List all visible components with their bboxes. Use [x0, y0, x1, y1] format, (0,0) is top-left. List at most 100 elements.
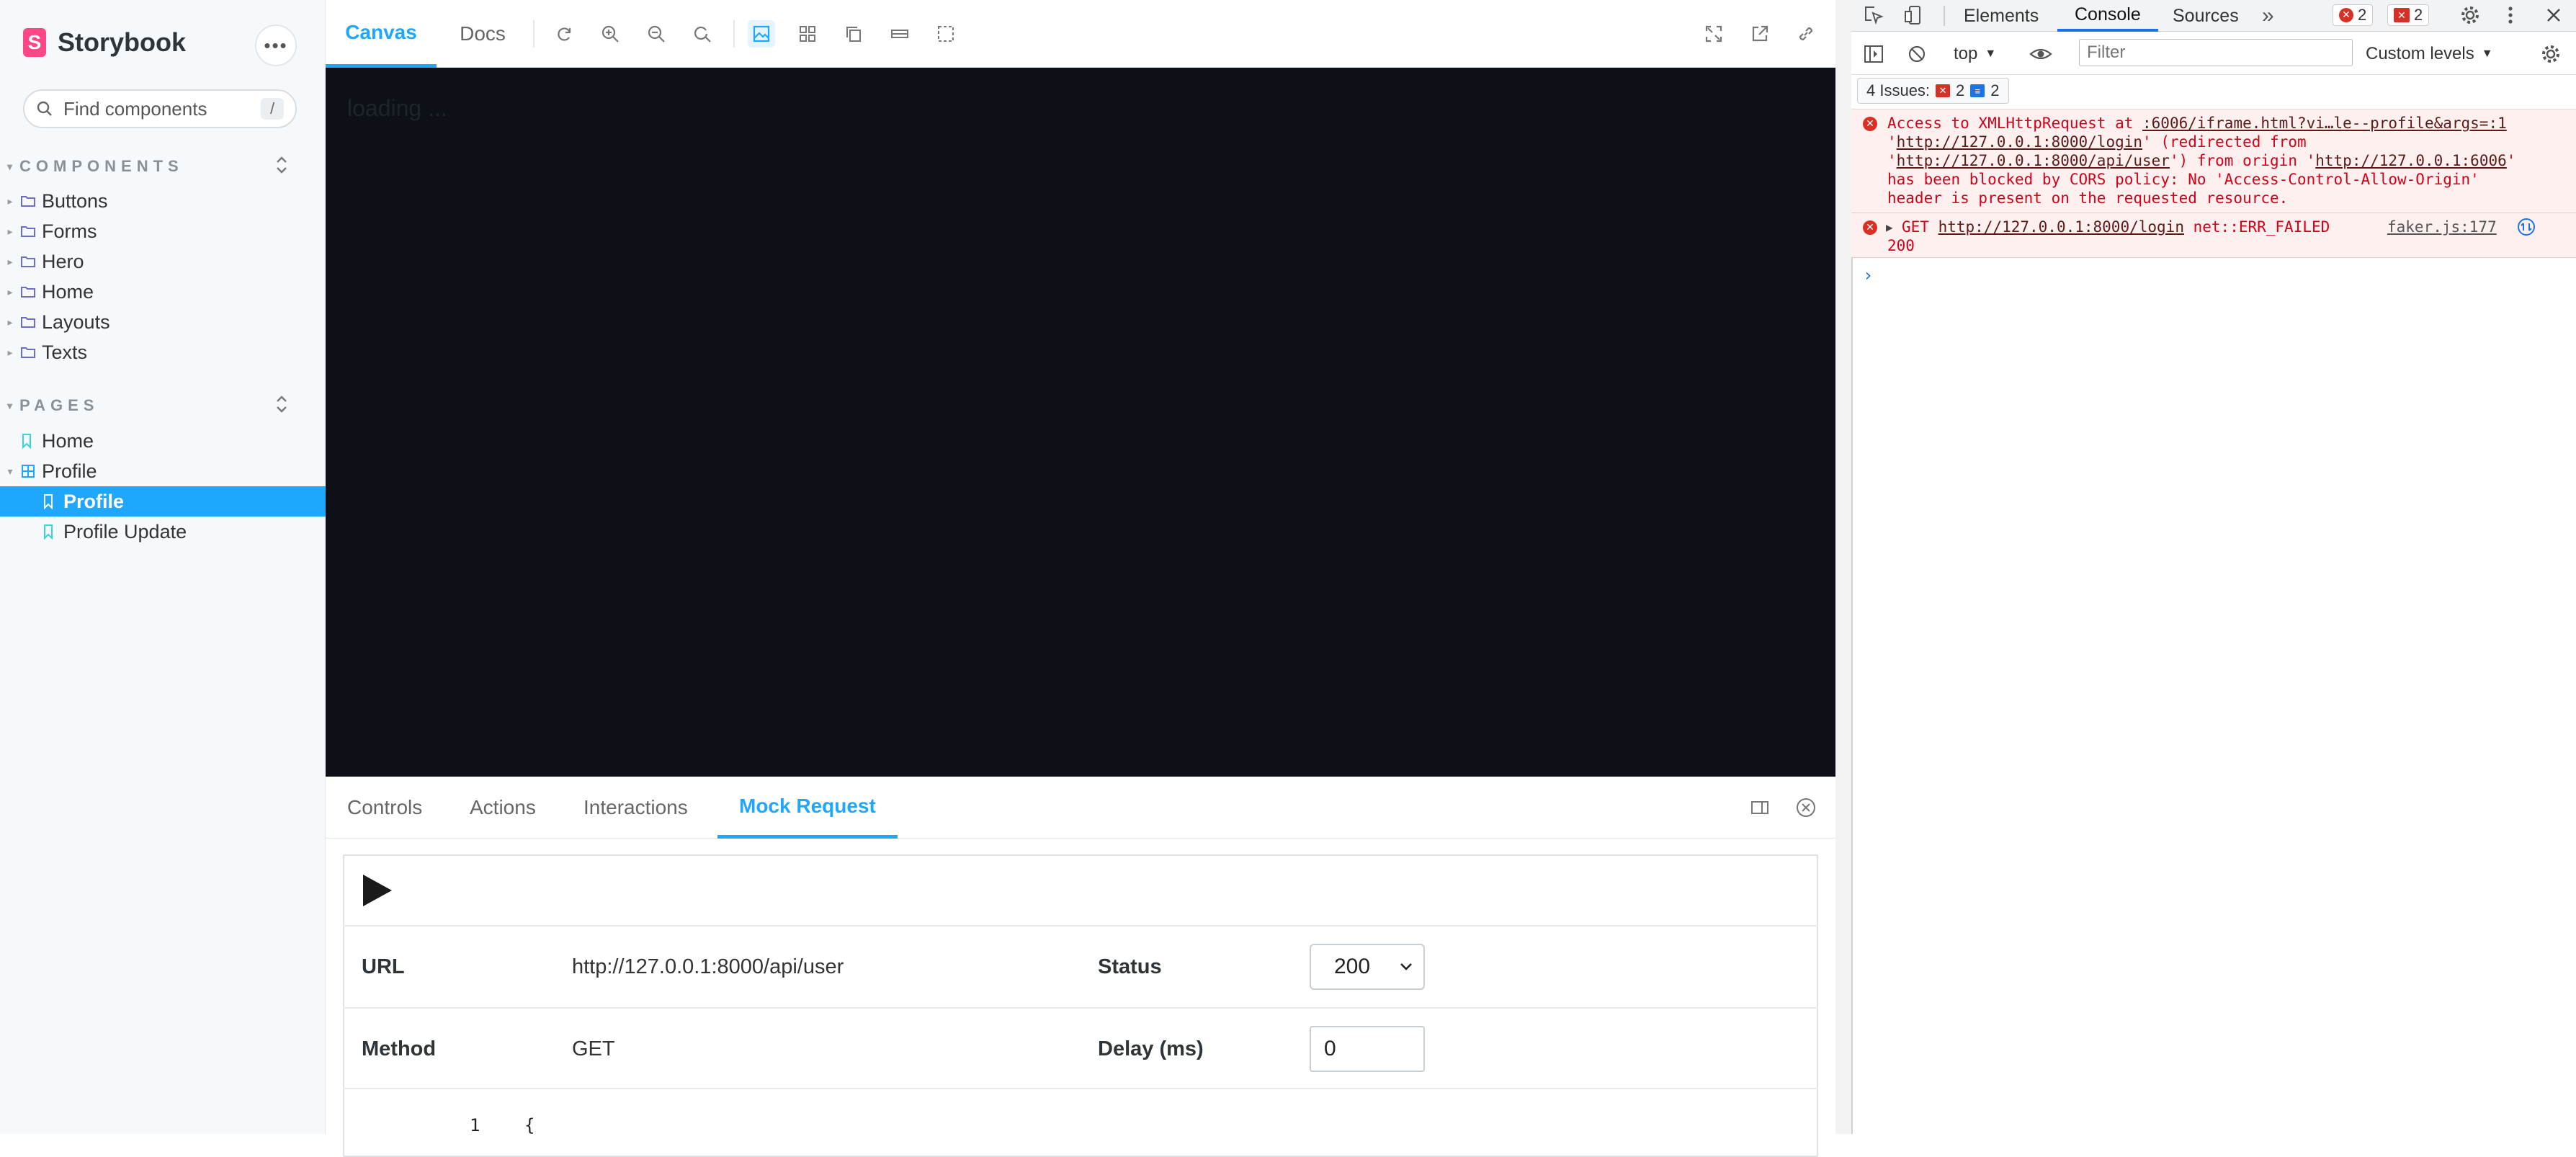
method-label: Method: [362, 1037, 437, 1060]
viewport-icon[interactable]: [840, 20, 867, 48]
expand-collapse-icon[interactable]: [272, 154, 291, 176]
source-location-link[interactable]: faker.js:177: [2387, 218, 2497, 236]
url-link[interactable]: http://127.0.0.1:6006: [2315, 152, 2507, 169]
method-value[interactable]: GET: [572, 1037, 615, 1061]
search-box[interactable]: /: [23, 89, 297, 128]
tab-canvas[interactable]: Canvas: [326, 0, 437, 68]
triangle-right-icon: ▶: [1886, 220, 1893, 234]
kebab-menu-icon[interactable]: [2497, 1, 2524, 29]
addons-tabbar: [326, 777, 1835, 839]
sidebar-item-home[interactable]: ▸ Home: [0, 277, 326, 307]
device-toolbar-icon[interactable]: [1900, 1, 1928, 29]
copy-link-icon[interactable]: [1792, 20, 1820, 48]
sidebar-item-profile-update[interactable]: Profile Update: [0, 517, 326, 547]
error-count-badge[interactable]: ✕ 2: [2333, 4, 2374, 26]
loading-text: loading ...: [347, 95, 447, 121]
close-panel-icon[interactable]: [1792, 794, 1820, 821]
folder-icon: [20, 225, 42, 238]
log-levels-select[interactable]: Custom levels ▼: [2366, 42, 2493, 66]
grid-icon[interactable]: [794, 20, 821, 48]
sidebar-item-forms[interactable]: ▸ Forms: [0, 216, 326, 246]
inspect-element-icon[interactable]: [1860, 1, 1887, 29]
console-error-cors[interactable]: ✕ Access to XMLHttpRequest at :6006/ifra…: [1851, 110, 2576, 213]
sidebar-item-profile[interactable]: Profile: [0, 486, 326, 517]
divider: [733, 20, 735, 48]
divider: [343, 1007, 1818, 1009]
reload-icon[interactable]: [550, 20, 578, 48]
issue-count-badge[interactable]: ✕ 2: [2387, 4, 2430, 26]
chevron-right-icon: ▸: [7, 316, 13, 328]
folder-icon: [20, 316, 42, 329]
eye-icon[interactable]: [2027, 40, 2054, 68]
tab-mock-request[interactable]: Mock Request: [717, 777, 898, 839]
search-icon: [37, 101, 52, 116]
brand[interactable]: S Storybook: [23, 27, 186, 58]
sidebar-item-layouts[interactable]: ▸ Layouts: [0, 307, 326, 337]
background-icon[interactable]: [748, 20, 775, 48]
url-link[interactable]: http://127.0.0.1:8000/login: [1897, 133, 2142, 151]
tab-interactions[interactable]: Interactions: [583, 777, 688, 839]
divider: [343, 925, 1818, 926]
console-filter-input[interactable]: Filter: [2079, 39, 2353, 66]
chevron-down-icon: ▾: [7, 399, 13, 411]
sidebar-item-profile-group[interactable]: ▾ Profile: [0, 456, 326, 486]
expand-collapse-icon[interactable]: [272, 393, 291, 415]
sidebar-item-buttons[interactable]: ▸ Buttons: [0, 186, 326, 216]
folder-icon: [20, 255, 42, 268]
tab-elements[interactable]: Elements: [1954, 0, 2049, 32]
play-icon[interactable]: [362, 873, 393, 911]
sidebar-item-hero[interactable]: ▸ Hero: [0, 246, 326, 277]
tab-docs[interactable]: Docs: [447, 0, 519, 68]
measure-icon[interactable]: [886, 20, 913, 48]
search-input[interactable]: [62, 97, 252, 121]
network-request-icon[interactable]: [2517, 218, 2536, 241]
source-link[interactable]: :6006/iframe.html?vi…le--profile&args=:1: [2142, 115, 2507, 132]
zoom-reset-icon[interactable]: [689, 20, 716, 48]
sidebar-item-texts[interactable]: ▸ Texts: [0, 337, 326, 367]
chevron-right-icon: ▸: [7, 346, 13, 358]
zoom-in-icon[interactable]: [596, 20, 624, 48]
zoom-out-icon[interactable]: [643, 20, 670, 48]
tab-actions[interactable]: Actions: [470, 777, 536, 839]
status-select[interactable]: 200: [1310, 944, 1425, 990]
folder-icon: [20, 285, 42, 298]
issues-badge[interactable]: 4 Issues: ✕ 2 ≡ 2: [1857, 78, 2009, 104]
console-settings-gear-icon[interactable]: [2537, 40, 2564, 68]
chevron-down-icon: ▾: [7, 160, 13, 172]
context-select[interactable]: top ▼: [1954, 42, 1996, 66]
pages-section-title[interactable]: ▾ PAGES: [7, 396, 99, 415]
code-line[interactable]: {: [524, 1115, 535, 1135]
gear-icon[interactable]: [2456, 1, 2484, 29]
sidebar-menu-button[interactable]: •••: [255, 24, 297, 66]
sidebar-item-page-home[interactable]: Home: [0, 426, 326, 456]
console-prompt[interactable]: ›: [1863, 265, 1873, 285]
url-value[interactable]: http://127.0.0.1:8000/api/user: [572, 955, 844, 979]
chevron-right-icon: ▸: [7, 195, 13, 207]
close-icon[interactable]: [2540, 1, 2567, 29]
clear-console-icon[interactable]: [1903, 40, 1931, 68]
open-new-tab-icon[interactable]: [1746, 20, 1774, 48]
fullscreen-icon[interactable]: [1700, 20, 1727, 48]
panel-orientation-icon[interactable]: [1746, 794, 1774, 821]
error-icon: ✕: [2339, 8, 2353, 22]
sidebar-toggle-icon[interactable]: [1860, 40, 1887, 68]
story-canvas[interactable]: [326, 68, 1835, 777]
info-message-icon: ≡: [1970, 84, 1985, 97]
delay-input[interactable]: 0: [1310, 1026, 1425, 1072]
components-section-title[interactable]: ▾ COMPONENTS: [7, 157, 184, 176]
bookmark-icon: [42, 524, 63, 540]
tab-controls[interactable]: Controls: [347, 777, 422, 839]
splitter[interactable]: [1835, 0, 1851, 1134]
divider: [533, 20, 535, 48]
url-label: URL: [362, 955, 405, 978]
tab-sources[interactable]: Sources: [2163, 0, 2249, 32]
url-link[interactable]: http://127.0.0.1:8000/login: [1938, 218, 2184, 236]
console-error-get[interactable]: ✕ ▶ GET http://127.0.0.1:8000/login net:…: [1851, 213, 2576, 258]
delay-label: Delay (ms): [1098, 1037, 1204, 1060]
url-link[interactable]: http://127.0.0.1:8000/api/user: [1897, 152, 2170, 169]
tab-console[interactable]: Console: [2057, 0, 2158, 32]
component-icon: [20, 463, 42, 479]
outline-icon[interactable]: [932, 20, 960, 48]
more-tabs-icon[interactable]: »: [2262, 0, 2274, 32]
caret-down-icon: ▼: [1985, 48, 1997, 60]
